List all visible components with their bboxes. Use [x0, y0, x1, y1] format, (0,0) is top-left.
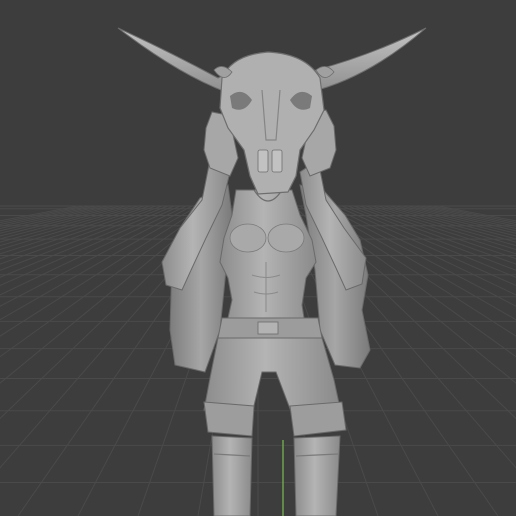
- left-shorts-cuff: [203, 401, 255, 437]
- belt-buckle: [257, 321, 279, 335]
- left-horn[interactable]: [117, 27, 231, 93]
- skull-tooth-left: [257, 149, 269, 173]
- chest-right-shading: [267, 223, 305, 253]
- shorts: [203, 337, 341, 415]
- 3d-viewport[interactable]: [0, 0, 516, 516]
- chest-left-shading: [229, 223, 267, 253]
- character-model[interactable]: [0, 0, 516, 516]
- right-leg: [293, 435, 341, 516]
- right-horn[interactable]: [305, 27, 427, 93]
- skull-tooth-right: [271, 149, 283, 173]
- left-leg: [211, 435, 253, 516]
- right-shorts-cuff: [289, 401, 347, 437]
- torso-tank-top: [219, 189, 317, 319]
